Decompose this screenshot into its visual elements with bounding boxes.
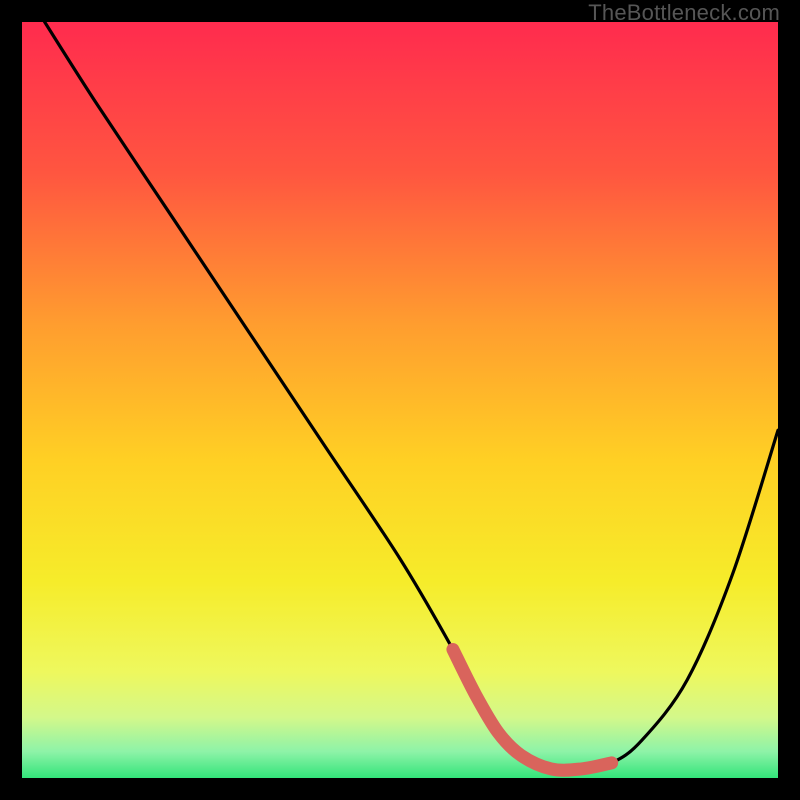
watermark-text: TheBottleneck.com	[588, 0, 780, 26]
plot-area	[22, 22, 778, 778]
bottleneck-curve	[22, 22, 778, 778]
chart-container: TheBottleneck.com	[0, 0, 800, 800]
